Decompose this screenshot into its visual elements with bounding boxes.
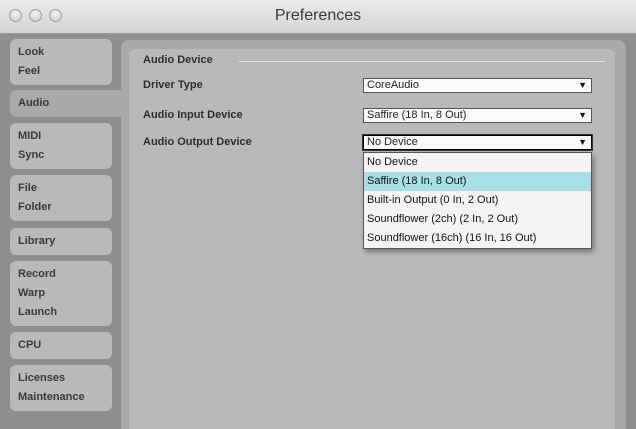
tab-label: Audio (18, 97, 50, 109)
dropdown-option[interactable]: Built-in Output (0 In, 2 Out) (364, 191, 591, 210)
preferences-window: Preferences Look Feel Audio MIDI Sync Fi… (0, 0, 636, 429)
tab-label: CPU (18, 339, 42, 351)
tab-label: Sync (18, 149, 45, 161)
tab-look-feel[interactable]: Look Feel (10, 39, 112, 85)
section-divider (239, 61, 605, 62)
audio-input-device-select[interactable]: Saffire (18 In, 8 Out) ▼ (363, 108, 592, 123)
tab-licenses-maintenance[interactable]: Licenses Maintenance (10, 365, 112, 411)
tab-cpu[interactable]: CPU (10, 332, 112, 359)
tab-label: Licenses (18, 372, 66, 384)
tab-label: Feel (18, 65, 41, 77)
dropdown-option[interactable]: No Device (364, 153, 591, 172)
tab-library[interactable]: Library (10, 228, 112, 255)
audio-output-device-label: Audio Output Device (143, 136, 252, 148)
driver-type-value: CoreAudio (367, 79, 419, 91)
tab-label: Look (18, 46, 45, 58)
tab-midi-sync[interactable]: MIDI Sync (10, 123, 112, 169)
chevron-down-icon: ▼ (578, 137, 587, 147)
tab-label: File (18, 182, 37, 194)
chevron-down-icon: ▼ (578, 80, 587, 90)
tab-label: Launch (18, 306, 58, 318)
chevron-down-icon: ▼ (578, 110, 587, 120)
audio-output-device-value: No Device (367, 136, 418, 148)
dropdown-option[interactable]: Saffire (18 In, 8 Out) (364, 172, 591, 191)
tab-file-folder[interactable]: File Folder (10, 175, 112, 221)
tab-label: Record (18, 268, 56, 280)
audio-input-device-value: Saffire (18 In, 8 Out) (367, 109, 467, 121)
dropdown-option[interactable]: Soundflower (2ch) (2 In, 2 Out) (364, 210, 591, 229)
title-bar: Preferences (0, 0, 636, 34)
tab-label: Maintenance (18, 391, 85, 403)
audio-output-device-select[interactable]: No Device ▼ (362, 134, 593, 151)
driver-type-select[interactable]: CoreAudio ▼ (363, 78, 592, 93)
tab-label: Warp (18, 287, 46, 299)
tab-audio[interactable]: Audio (10, 90, 121, 117)
tab-record-warp-launch[interactable]: Record Warp Launch (10, 261, 112, 326)
section-title: Audio Device (143, 54, 213, 66)
window-title: Preferences (274, 7, 362, 24)
tab-label: Folder (18, 201, 52, 213)
audio-settings-area: Audio Device Driver Type CoreAudio ▼ Aud… (129, 49, 615, 429)
audio-preferences-panel: Audio Device Driver Type CoreAudio ▼ Aud… (121, 40, 626, 429)
tab-label: Library (18, 235, 56, 247)
tab-label: MIDI (18, 130, 42, 142)
driver-type-label: Driver Type (143, 79, 203, 91)
preferences-sidebar: Look Feel Audio MIDI Sync File Folder Li… (0, 34, 121, 429)
dropdown-option[interactable]: Soundflower (16ch) (16 In, 16 Out) (364, 229, 591, 248)
audio-input-device-label: Audio Input Device (143, 109, 243, 121)
audio-output-device-dropdown: No Device Saffire (18 In, 8 Out) Built-i… (363, 152, 592, 249)
